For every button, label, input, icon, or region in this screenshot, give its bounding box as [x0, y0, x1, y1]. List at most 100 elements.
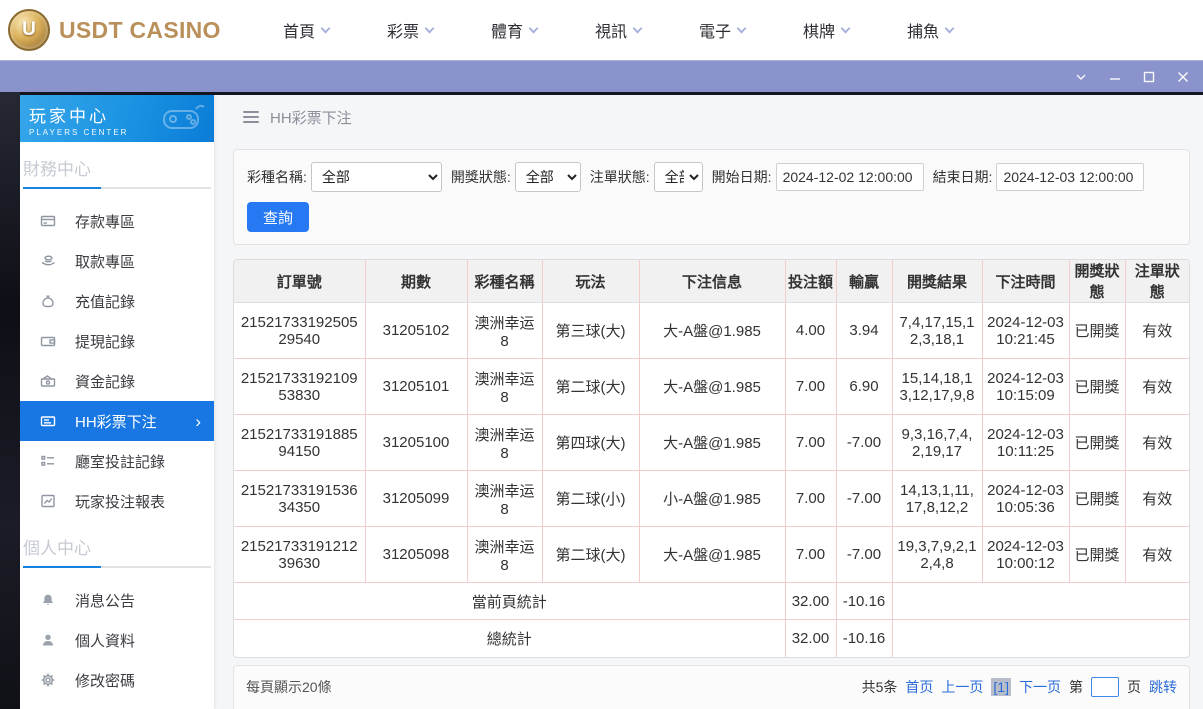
- end-date-label: 結束日期:: [932, 169, 993, 185]
- logo[interactable]: U USDT CASINO: [8, 9, 236, 51]
- lottery-name-label: 彩種名稱:: [247, 169, 307, 185]
- chevron-down-icon: [424, 23, 435, 33]
- finance-menu: 存款專區 取款專區 充值記錄 提現記錄 資金記錄 HH彩票下注 › 廳室投註記錄…: [20, 189, 214, 521]
- cell-order-no: 2152173319153634350: [234, 470, 365, 527]
- person-icon: [39, 632, 56, 648]
- sidebar-item-deposit[interactable]: 存款專區: [20, 201, 214, 241]
- window-maximize-button[interactable]: [1137, 66, 1161, 88]
- chevron-down-icon: [632, 23, 643, 33]
- sidebar-item-change-password[interactable]: 修改密碼: [20, 660, 214, 700]
- nav-label: 棋牌: [802, 24, 835, 41]
- personal-menu: 消息公告 個人資料 修改密碼: [20, 568, 214, 700]
- chevron-right-icon: ›: [195, 411, 201, 431]
- cell-lottery-name: 澳洲幸运8: [466, 414, 542, 471]
- jump-link[interactable]: 跳转: [1149, 677, 1177, 697]
- breadcrumb: HH彩票下注: [214, 95, 1203, 139]
- chevron-down-icon: [840, 23, 851, 33]
- cell-lottery-name: 澳洲幸运8: [466, 358, 542, 415]
- deposit-card-icon: [39, 213, 56, 229]
- table-row: 2152173319121239630 31205098 澳洲幸运8 第二球(大…: [234, 526, 1189, 583]
- cell-win-loss: -7.00: [835, 470, 892, 527]
- window-minimize-button[interactable]: [1103, 66, 1127, 88]
- sidebar-section-finance: 財務中心: [23, 160, 91, 179]
- logo-text: USDT CASINO: [59, 16, 221, 43]
- cell-bet-time: 2024-12-03 10:15:09: [981, 358, 1069, 415]
- sidebar-item-label: 取款專區: [75, 253, 136, 271]
- cell-bet-amount: 7.00: [784, 414, 836, 471]
- header-period: 期數: [364, 260, 467, 303]
- total-summary-bet-total: 32.00: [784, 619, 836, 657]
- query-button[interactable]: 查詢: [247, 202, 310, 232]
- sidebar-item-profile[interactable]: 個人資料: [20, 620, 214, 660]
- nav-item-fishing[interactable]: 捕魚: [878, 18, 982, 42]
- cell-bet-amount: 7.00: [784, 470, 836, 527]
- page-prefix-label: 第: [1069, 678, 1083, 695]
- app-window: U USDT CASINO 首頁 彩票 體育 視訊 電子 棋牌 捕魚 玩家中心 …: [0, 0, 1203, 709]
- cell-draw-result: 19,3,7,9,2,12,4,8: [891, 526, 982, 583]
- cell-lottery-name: 澳洲幸运8: [466, 526, 542, 583]
- sidebar-item-label: 資金記錄: [75, 373, 136, 391]
- end-date-input[interactable]: [996, 163, 1145, 191]
- cell-bet-info: 小-A盤@1.985: [638, 470, 785, 527]
- list-icon: [39, 453, 56, 469]
- sidebar-item-withdrawal-record[interactable]: 提現記錄: [20, 321, 214, 361]
- window-collapse-button[interactable]: [1069, 66, 1093, 88]
- order-status-select[interactable]: 全部: [653, 162, 703, 192]
- total-summary-win-loss: -10.16: [835, 619, 892, 657]
- cell-bet-time: 2024-12-03 10:00:12: [981, 526, 1069, 583]
- gear-icon: [39, 672, 56, 688]
- header-bet-amount: 投注額: [784, 260, 836, 303]
- cell-bet-info: 大-A盤@1.985: [638, 358, 785, 415]
- bet-ticket-icon: [39, 413, 56, 429]
- sidebar-item-label: 充值記錄: [75, 293, 136, 311]
- chevron-down-icon: [736, 23, 747, 33]
- bet-records-table-panel: 訂單號 期數 彩種名稱 玩法 下注信息 投注額 輸贏 開獎結果 下注時間 開獎狀…: [233, 259, 1190, 658]
- sidebar-item-room-bet-record[interactable]: 廳室投註記錄: [20, 441, 214, 481]
- cell-draw-result: 15,14,18,13,12,17,9,8: [891, 358, 982, 415]
- sidebar-item-label: 修改密碼: [75, 672, 136, 690]
- cell-period: 31205101: [364, 358, 467, 415]
- cell-draw-result: 9,3,16,7,4,2,19,17: [891, 414, 982, 471]
- nav-item-electronic[interactable]: 電子: [670, 18, 774, 42]
- lottery-name-select[interactable]: 全部: [310, 162, 442, 192]
- page-summary-bet-total: 32.00: [784, 582, 836, 620]
- window-close-button[interactable]: [1171, 66, 1195, 88]
- page-number-input[interactable]: [1091, 676, 1119, 697]
- sidebar-item-funds-record[interactable]: 資金記錄: [20, 361, 214, 401]
- next-page-link[interactable]: 下一页: [1019, 677, 1061, 697]
- cell-draw-status: 已開獎: [1068, 358, 1125, 415]
- sidebar-item-player-bet-report[interactable]: 玩家投注報表: [20, 481, 214, 521]
- sidebar-item-withdraw[interactable]: 取款專區: [20, 241, 214, 281]
- hamburger-menu-icon[interactable]: [243, 111, 259, 123]
- cell-order-no: 2152173319121239630: [234, 526, 365, 583]
- gamepad-icon: [163, 104, 205, 129]
- sidebar-item-hh-lottery-bet[interactable]: HH彩票下注 ›: [20, 401, 214, 441]
- header-draw-status: 開獎狀態: [1068, 260, 1125, 303]
- window-titlebar: [0, 60, 1203, 92]
- header-lottery-name: 彩種名稱: [466, 260, 542, 303]
- body-area: 玩家中心 PLAYERS CENTER 財務中心 存款專區 取款專區 充值記錄 …: [0, 92, 1203, 709]
- nav-item-home[interactable]: 首頁: [254, 18, 358, 42]
- total-summary-row: 總統計 32.00 -10.16: [234, 619, 1189, 657]
- start-date-input[interactable]: [775, 163, 924, 191]
- sidebar-item-label: 玩家投注報表: [75, 493, 166, 511]
- prev-page-link[interactable]: 上一页: [941, 677, 983, 697]
- sidebar-item-messages[interactable]: 消息公告: [20, 580, 214, 620]
- main-content: HH彩票下注 彩種名稱: 全部 開獎狀態: 全部 注單狀態: 全部 開始日期:: [214, 95, 1203, 709]
- draw-status-select[interactable]: 全部: [514, 162, 581, 192]
- first-page-link[interactable]: 首页: [905, 677, 933, 697]
- nav-item-video[interactable]: 視訊: [566, 18, 670, 42]
- cell-period: 31205100: [364, 414, 467, 471]
- nav-item-sports[interactable]: 體育: [462, 18, 566, 42]
- cell-draw-result: 7,4,17,15,12,3,18,1: [891, 302, 982, 359]
- cell-win-loss: 6.90: [835, 358, 892, 415]
- sidebar-item-recharge-record[interactable]: 充值記錄: [20, 281, 214, 321]
- cell-draw-status: 已開獎: [1068, 526, 1125, 583]
- header-bet-time: 下注時間: [981, 260, 1069, 303]
- cell-bet-time: 2024-12-03 10:11:25: [981, 414, 1069, 471]
- nav-item-lottery[interactable]: 彩票: [358, 18, 462, 42]
- order-status-label: 注單狀態:: [589, 169, 650, 185]
- cell-bet-time: 2024-12-03 10:21:45: [981, 302, 1069, 359]
- cell-order-no: 2152173319250529540: [234, 302, 365, 359]
- nav-item-boardgames[interactable]: 棋牌: [774, 18, 878, 42]
